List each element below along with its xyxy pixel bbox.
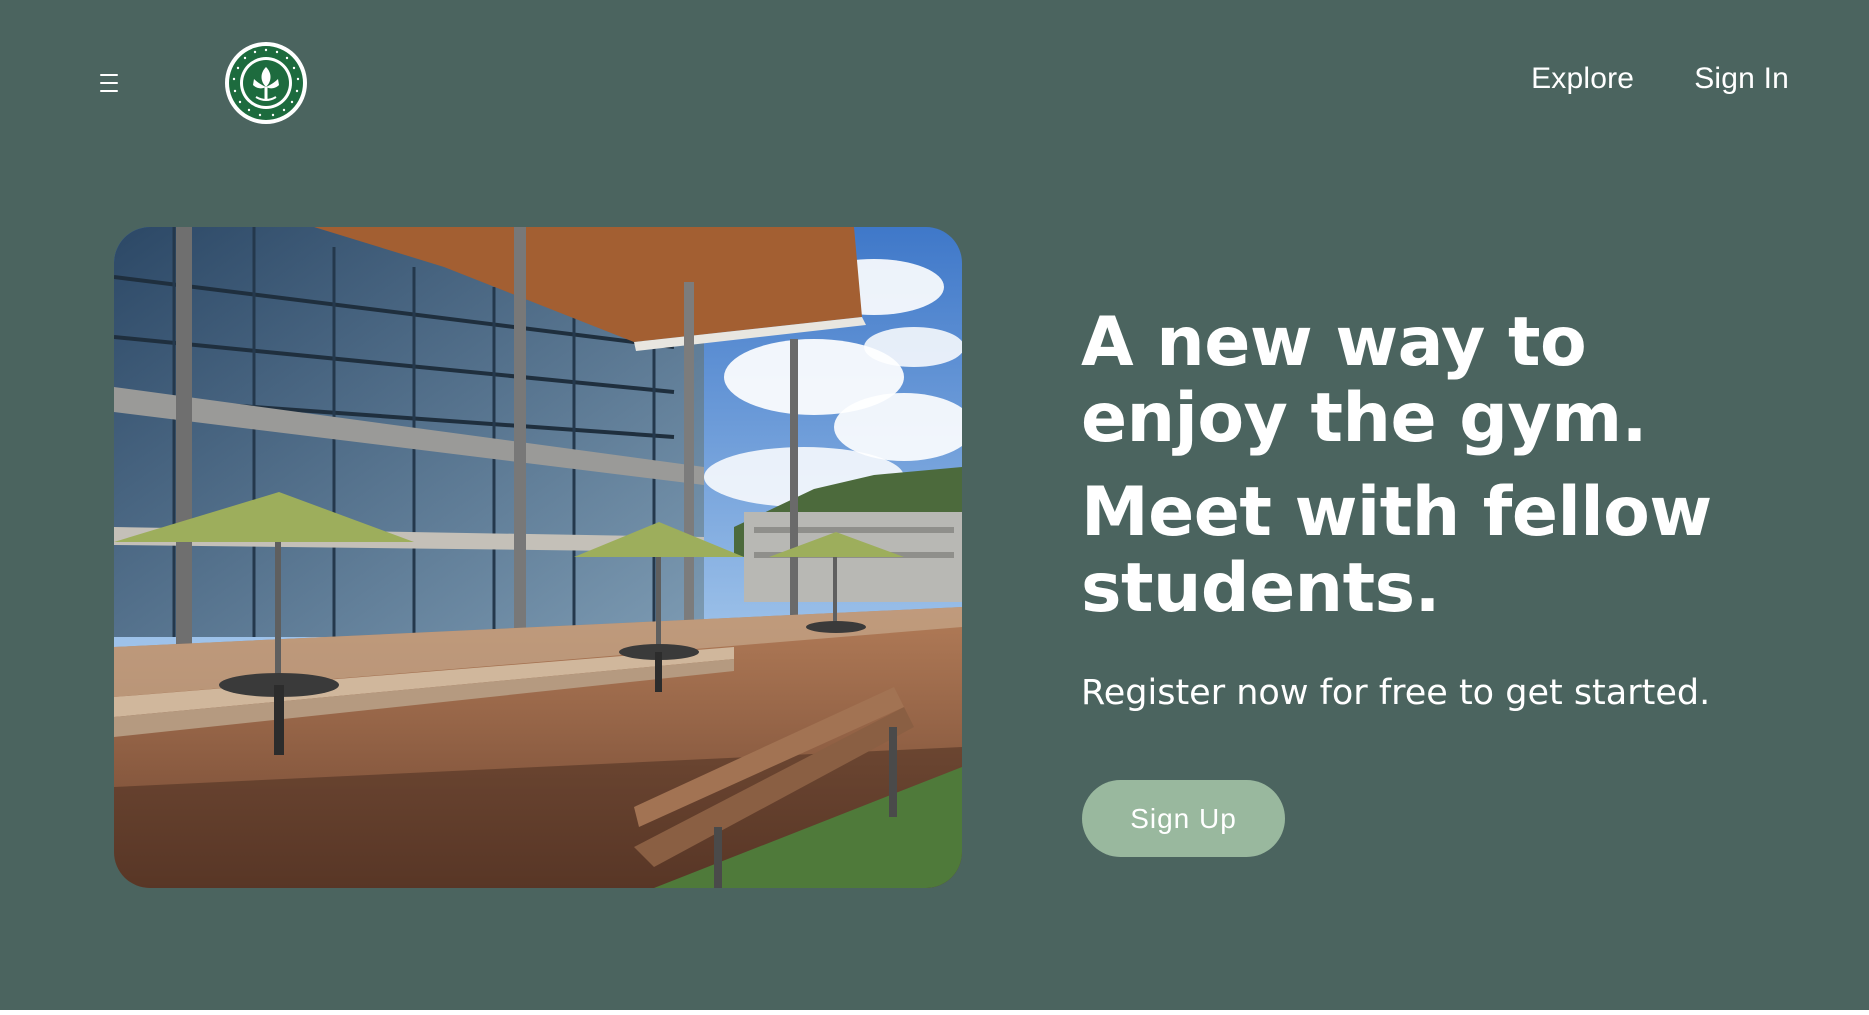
menu-line bbox=[100, 74, 118, 76]
nav-explore-link[interactable]: Explore bbox=[1531, 62, 1634, 96]
nav-sign-in-link[interactable]: Sign In bbox=[1694, 62, 1789, 96]
campus-building-courtyard-photo bbox=[114, 227, 962, 888]
sign-up-button[interactable]: Sign Up bbox=[1082, 780, 1285, 857]
hero-headline-1: A new way to enjoy the gym. bbox=[1081, 303, 1647, 458]
university-seal-logo[interactable] bbox=[224, 41, 308, 125]
seal-icon bbox=[225, 42, 307, 124]
menu-line bbox=[100, 82, 118, 84]
landing-page: Explore Sign In A new way to enjoy the g… bbox=[0, 0, 1869, 1015]
photo-illustration bbox=[114, 227, 962, 888]
top-nav: Explore Sign In bbox=[1531, 62, 1789, 96]
menu-line bbox=[100, 90, 118, 92]
page-bottom-edge bbox=[0, 1010, 1869, 1015]
hero-headline-2: Meet with fellow students. bbox=[1081, 473, 1712, 628]
hero-subtitle: Register now for free to get started. bbox=[1081, 673, 1711, 713]
hamburger-menu-icon[interactable] bbox=[100, 68, 126, 98]
hero-text-block: A new way to enjoy the gym. Meet with fe… bbox=[1081, 305, 1801, 715]
